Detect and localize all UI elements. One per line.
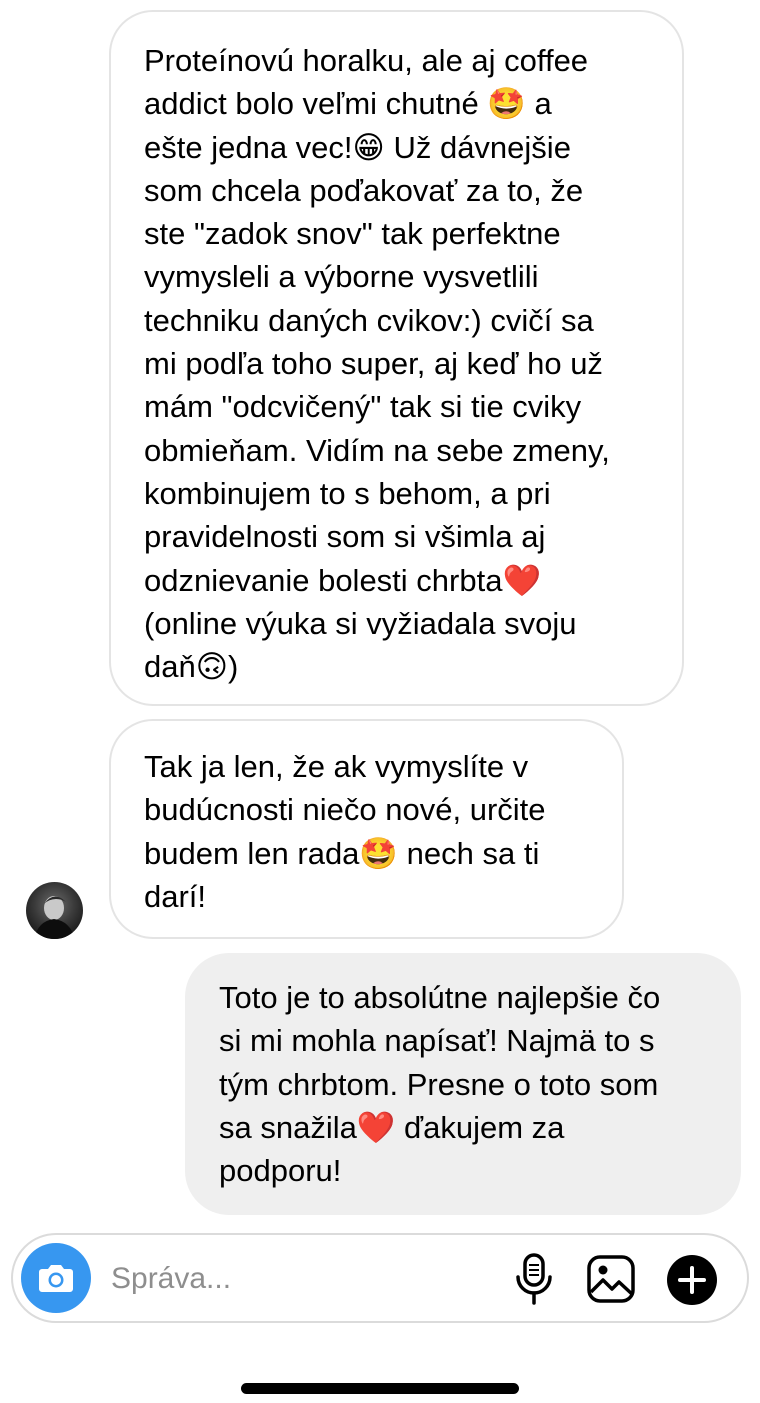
message-line: Tak ja len, že ak vymyslíte v: [144, 749, 529, 784]
camera-icon: [39, 1265, 73, 1292]
microphone-icon: [516, 1253, 552, 1305]
message-line: techniku daných cvikov:) cvičí sa: [144, 302, 594, 338]
message-line: ste "zadok snov" tak perfektne: [144, 216, 561, 252]
message-line: podporu!: [219, 1153, 342, 1189]
message-line: darí!: [144, 878, 207, 914]
message-line: daň🙃): [144, 649, 239, 685]
avatar-photo: [34, 896, 75, 939]
message-line: mi podľa toho super, aj keď ho už: [144, 346, 603, 382]
message-line: vymysleli a výborne vysvetlili: [144, 259, 539, 295]
message-line: Proteínovú horalku, ale aj coffee: [144, 43, 589, 78]
message-line: tým chrbtom. Presne o toto som: [219, 1066, 659, 1102]
more-options-button[interactable]: [665, 1253, 719, 1307]
message-line: kombinujem to s behom, a pri: [144, 475, 551, 511]
gallery-button[interactable]: [583, 1251, 639, 1307]
plus-circle-icon: [667, 1255, 717, 1305]
message-line: som chcela poďakovať za to, že: [144, 172, 584, 208]
message-line: ešte jedna vec!😁 Už dávnejšie: [144, 129, 571, 165]
sent-message[interactable]: Toto je to absolútne najlepšie čo si mi …: [185, 953, 741, 1215]
message-line: odznievanie bolesti chrbta❤️: [144, 562, 542, 598]
message-line: sa snažila❤️ ďakujem za: [219, 1109, 565, 1145]
sender-avatar[interactable]: [26, 882, 83, 939]
message-line: si mi mohla napísať! Najmä to s: [219, 1023, 655, 1059]
message-line: obmieňam. Vidím na sebe zmeny,: [144, 432, 610, 468]
message-line: addict bolo veľmi chutné 🤩 a: [144, 86, 552, 122]
message-line: budúcnosti niečo nové, určite: [144, 792, 546, 828]
voice-message-button[interactable]: [509, 1250, 559, 1308]
message-line: (online výuka si vyžiadala svoju: [144, 605, 577, 641]
message-input[interactable]: [109, 1253, 493, 1305]
gallery-icon: [587, 1255, 635, 1303]
message-line: budem len rada🤩 nech sa ti: [144, 835, 540, 871]
message-line: Toto je to absolútne najlepšie čo: [219, 980, 661, 1015]
received-message[interactable]: Tak ja len, že ak vymyslíte v budúcnosti…: [109, 719, 624, 939]
received-message[interactable]: Proteínovú horalku, ale aj coffee addict…: [109, 10, 684, 706]
message-line: mám "odcvičený" tak si tie cviky: [144, 389, 582, 425]
message-composer: [11, 1233, 749, 1323]
message-line: pravidelnosti som si všimla aj: [144, 519, 546, 555]
camera-button[interactable]: [21, 1243, 91, 1313]
home-indicator: [241, 1383, 519, 1394]
